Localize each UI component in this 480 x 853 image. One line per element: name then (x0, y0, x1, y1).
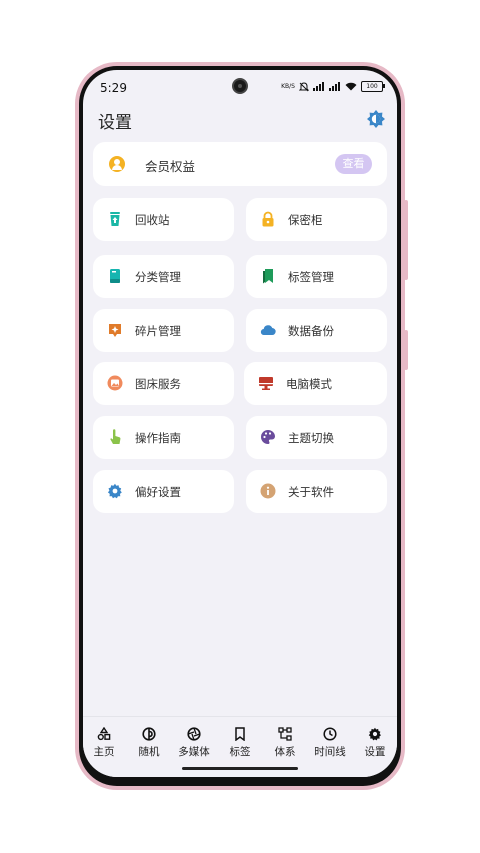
recycle-bin-icon (110, 212, 120, 226)
mute-icon (299, 81, 309, 91)
lock-icon (262, 211, 274, 227)
bookmark-icon (235, 727, 245, 741)
info-icon (260, 483, 276, 499)
tab-label: 多媒体 (178, 746, 210, 758)
random-icon (142, 727, 156, 741)
cloud-icon (260, 325, 276, 336)
network-speed: KB/S (281, 83, 295, 90)
tile-label: 分类管理 (135, 270, 181, 284)
hand-pointer-icon (110, 429, 121, 444)
tab-label: 时间线 (314, 746, 346, 758)
tile-image-hosting[interactable]: 图床服务 (93, 362, 234, 405)
wifi-icon (345, 82, 357, 91)
tab-tags[interactable]: 标签 (220, 727, 260, 759)
book-icon (110, 269, 120, 283)
page-title: 设置 (98, 113, 132, 133)
tile-preferences[interactable]: 偏好设置 (93, 470, 234, 513)
clock-icon (323, 727, 337, 741)
tile-data-backup[interactable]: 数据备份 (246, 309, 387, 352)
tile-label: 图床服务 (135, 377, 181, 391)
tile-label: 关于软件 (288, 485, 334, 499)
tile-label: 数据备份 (288, 324, 334, 338)
tile-label: 操作指南 (135, 431, 181, 445)
tab-label: 设置 (364, 746, 386, 758)
status-icons: KB/S 100 (281, 81, 385, 92)
tab-home[interactable]: 主页 (84, 727, 124, 759)
signal-icon-2 (329, 82, 341, 91)
hierarchy-icon (278, 727, 292, 741)
tab-label: 体系 (274, 746, 296, 758)
signal-icon (313, 82, 325, 91)
tab-system[interactable]: 体系 (265, 727, 305, 759)
tile-label: 保密柜 (288, 213, 323, 227)
tile-label: 碎片管理 (135, 324, 181, 338)
tile-theme-switch[interactable]: 主题切换 (246, 416, 387, 459)
palette-icon (261, 430, 275, 444)
tile-tag-manage[interactable]: 标签管理 (246, 255, 387, 298)
status-time: 5:29 (100, 81, 127, 95)
sparkle-note-icon (109, 324, 121, 337)
tab-label: 标签 (229, 746, 251, 758)
monitor-icon (259, 377, 273, 390)
gear-icon (368, 727, 381, 741)
app-screen: 5:29 KB/S 100 设置 会员权益 查看 回收站 保密柜 分类管理 标签… (83, 70, 397, 777)
tile-label: 主题切换 (288, 431, 334, 445)
battery-icon: 100 (361, 81, 385, 92)
view-button[interactable]: 查看 (335, 154, 372, 174)
tile-label: 偏好设置 (135, 485, 181, 499)
tile-label: 电脑模式 (286, 377, 332, 391)
tab-timeline[interactable]: 时间线 (310, 727, 350, 759)
tile-fragment-manage[interactable]: 碎片管理 (93, 309, 234, 352)
tile-safe-box[interactable]: 保密柜 (246, 198, 387, 241)
tile-user-guide[interactable]: 操作指南 (93, 416, 234, 459)
power-button (404, 330, 408, 370)
image-icon (107, 375, 123, 391)
tile-desktop-mode[interactable]: 电脑模式 (244, 362, 387, 405)
front-camera (232, 78, 248, 94)
status-bar: 5:29 KB/S 100 (83, 70, 397, 104)
tile-recycle-bin[interactable]: 回收站 (93, 198, 234, 241)
shapes-icon (97, 727, 111, 741)
member-benefits-card[interactable]: 会员权益 查看 (93, 142, 387, 186)
tab-label: 随机 (138, 746, 160, 758)
member-benefits-label: 会员权益 (145, 159, 196, 174)
tile-label: 标签管理 (288, 270, 334, 284)
bookmark-icon (263, 269, 273, 284)
tab-random[interactable]: 随机 (129, 727, 169, 759)
home-indicator[interactable] (182, 767, 298, 770)
tile-label: 回收站 (135, 213, 170, 227)
volume-button (404, 200, 408, 280)
tab-settings[interactable]: 设置 (355, 727, 395, 759)
user-icon (109, 156, 125, 172)
tile-category-manage[interactable]: 分类管理 (93, 255, 234, 298)
theme-toggle-icon[interactable] (367, 110, 385, 128)
tab-multimedia[interactable]: 多媒体 (174, 727, 214, 759)
tab-label: 主页 (93, 746, 115, 758)
gear-icon (107, 483, 122, 499)
tile-about-app[interactable]: 关于软件 (246, 470, 387, 513)
aperture-icon (187, 727, 201, 741)
